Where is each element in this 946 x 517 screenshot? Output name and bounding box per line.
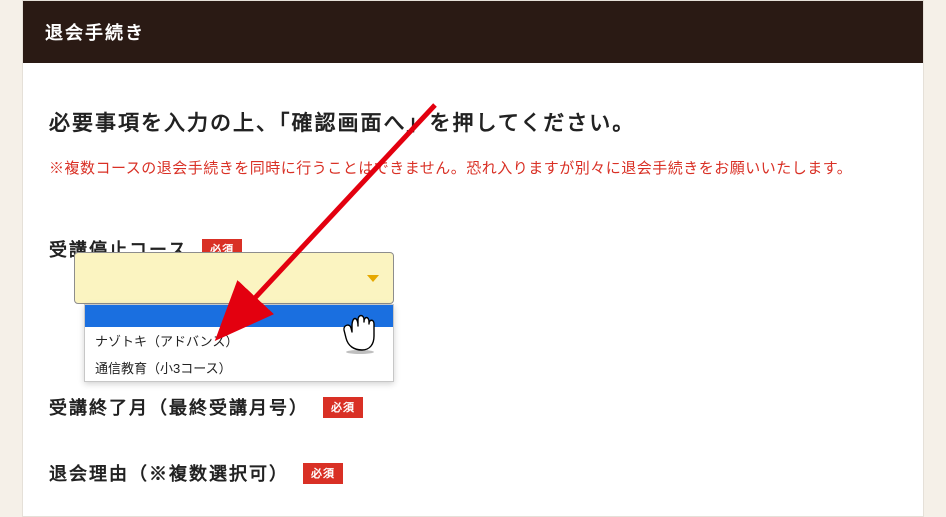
chevron-down-icon — [367, 275, 379, 282]
course-select[interactable] — [74, 252, 394, 304]
label-end-month: 受講終了月（最終受講月号） — [49, 394, 309, 420]
field-reason: 退会理由（※複数選択可） 必須 — [49, 460, 897, 486]
field-end-month: 受講終了月（最終受講月号） 必須 — [49, 394, 897, 420]
badge-required: 必須 — [323, 397, 363, 418]
course-select-wrap: ナゾトキ（アドバンス） 通信教育（小3コース） — [74, 252, 394, 304]
badge-required: 必須 — [303, 463, 343, 484]
dropdown-option-blank[interactable] — [85, 305, 393, 327]
warning-text: ※複数コースの退会手続きを同時に行うことはできません。恐れ入りますが別々に退会手… — [49, 157, 897, 178]
instruction-text: 必要事項を入力の上、「確認画面へ」を押してください。 — [49, 107, 897, 137]
dropdown-option-1[interactable]: ナゾトキ（アドバンス） — [85, 327, 393, 354]
course-dropdown[interactable]: ナゾトキ（アドバンス） 通信教育（小3コース） — [84, 304, 394, 382]
dropdown-option-2[interactable]: 通信教育（小3コース） — [85, 354, 393, 381]
label-reason: 退会理由（※複数選択可） — [49, 460, 289, 486]
page-title: 退会手続き — [23, 1, 923, 63]
